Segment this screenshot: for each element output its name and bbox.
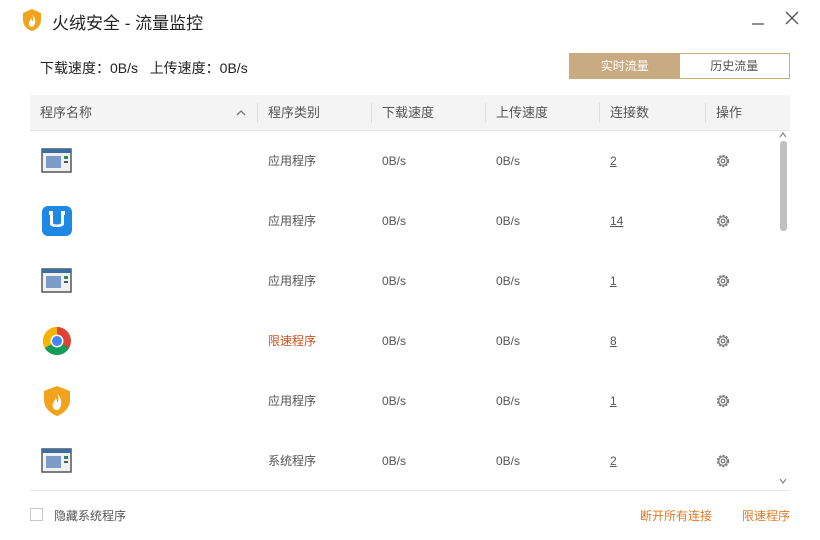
generic-window-icon bbox=[41, 448, 72, 473]
connection-count-link[interactable]: 2 bbox=[610, 431, 617, 491]
table-row[interactable]: 应用程序 0B/s 0B/s 1 bbox=[30, 251, 776, 311]
column-header-connections: 连接数 bbox=[599, 103, 649, 123]
close-icon[interactable] bbox=[782, 8, 802, 28]
connection-count-link[interactable]: 14 bbox=[610, 191, 623, 251]
scroll-down-arrow-icon[interactable] bbox=[779, 477, 787, 485]
upload-speed: 0B/s bbox=[496, 214, 521, 228]
upload-speed: 0B/s bbox=[496, 274, 521, 288]
huorong-shield-icon bbox=[44, 386, 70, 416]
download-speed: 0B/s bbox=[382, 394, 407, 408]
upload-speed: 0B/s bbox=[496, 154, 521, 168]
download-speed: 0B/s bbox=[382, 334, 407, 348]
program-type: 应用程序 bbox=[268, 394, 317, 408]
connection-count-link[interactable]: 1 bbox=[610, 371, 617, 431]
download-speed: 0B/s bbox=[382, 214, 407, 228]
hide-system-label: 隐藏系统程序 bbox=[54, 509, 127, 523]
limit-program-link[interactable]: 限速程序 bbox=[742, 507, 790, 524]
vertical-scrollbar[interactable] bbox=[776, 131, 790, 491]
speed-summary: 下载速度：0B/s 上传速度：0B/s bbox=[40, 58, 248, 78]
gear-icon[interactable] bbox=[714, 392, 732, 410]
upload-speed-summary: 上传速度：0B/s bbox=[149, 60, 248, 76]
upload-speed: 0B/s bbox=[496, 454, 521, 468]
table-row[interactable]: 限速程序 0B/s 0B/s 8 bbox=[30, 311, 776, 371]
column-header-action: 操作 bbox=[705, 103, 742, 123]
table-header: 程序名称 程序类别 下载速度 上传速度 连接数 操作 bbox=[30, 95, 790, 131]
download-speed-summary: 下载速度：0B/s bbox=[40, 60, 139, 76]
gear-icon[interactable] bbox=[714, 452, 732, 470]
hide-system-checkbox[interactable] bbox=[30, 508, 43, 521]
window-title: 火绒安全 - 流量监控 bbox=[52, 14, 204, 33]
blue-app-icon bbox=[42, 206, 72, 236]
program-type: 限速程序 bbox=[268, 334, 317, 348]
table-row[interactable]: 应用程序 0B/s 0B/s 14 bbox=[30, 191, 776, 251]
scroll-up-arrow-icon[interactable] bbox=[779, 131, 787, 139]
program-type: 应用程序 bbox=[268, 154, 317, 168]
upload-speed: 0B/s bbox=[496, 334, 521, 348]
divider bbox=[30, 490, 790, 491]
table-body: 应用程序 0B/s 0B/s 2 应用程序 0B/s 0B/s 14 应用程序 … bbox=[30, 131, 776, 491]
tab-history-traffic[interactable]: 历史流量 bbox=[679, 54, 789, 78]
title-bar: 火绒安全 - 流量监控 bbox=[0, 0, 820, 40]
column-header-download: 下载速度 bbox=[371, 103, 434, 123]
table-row[interactable]: 应用程序 0B/s 0B/s 1 bbox=[30, 371, 776, 431]
gear-icon[interactable] bbox=[714, 152, 732, 170]
close-all-connections-link[interactable]: 断开所有连接 bbox=[640, 507, 712, 524]
table-row[interactable]: 应用程序 0B/s 0B/s 2 bbox=[30, 131, 776, 191]
column-header-type: 程序类别 bbox=[257, 103, 320, 123]
download-speed: 0B/s bbox=[382, 454, 407, 468]
upload-speed: 0B/s bbox=[496, 394, 521, 408]
generic-window-icon bbox=[41, 268, 72, 293]
tab-realtime-traffic[interactable]: 实时流量 bbox=[570, 54, 680, 78]
program-type: 应用程序 bbox=[268, 274, 317, 288]
connection-count-link[interactable]: 2 bbox=[610, 131, 617, 191]
download-speed: 0B/s bbox=[382, 274, 407, 288]
program-type: 应用程序 bbox=[268, 214, 317, 228]
connection-count-link[interactable]: 1 bbox=[610, 251, 617, 311]
connection-count-link[interactable]: 8 bbox=[610, 311, 617, 371]
sort-up-icon[interactable] bbox=[235, 107, 247, 119]
gear-icon[interactable] bbox=[714, 272, 732, 290]
chrome-icon bbox=[43, 327, 71, 355]
generic-window-icon bbox=[41, 148, 72, 173]
download-speed: 0B/s bbox=[382, 154, 407, 168]
gear-icon[interactable] bbox=[714, 212, 732, 230]
column-header-upload: 上传速度 bbox=[485, 103, 548, 123]
minimize-icon[interactable] bbox=[748, 8, 768, 28]
column-header-name[interactable]: 程序名称 bbox=[30, 95, 92, 131]
table-row[interactable]: 系统程序 0B/s 0B/s 2 bbox=[30, 431, 776, 491]
traffic-tabs: 实时流量 历史流量 bbox=[569, 53, 790, 79]
huorong-logo-icon bbox=[23, 9, 41, 31]
scrollbar-thumb[interactable] bbox=[780, 141, 787, 231]
gear-icon[interactable] bbox=[714, 332, 732, 350]
program-type: 系统程序 bbox=[268, 454, 317, 468]
